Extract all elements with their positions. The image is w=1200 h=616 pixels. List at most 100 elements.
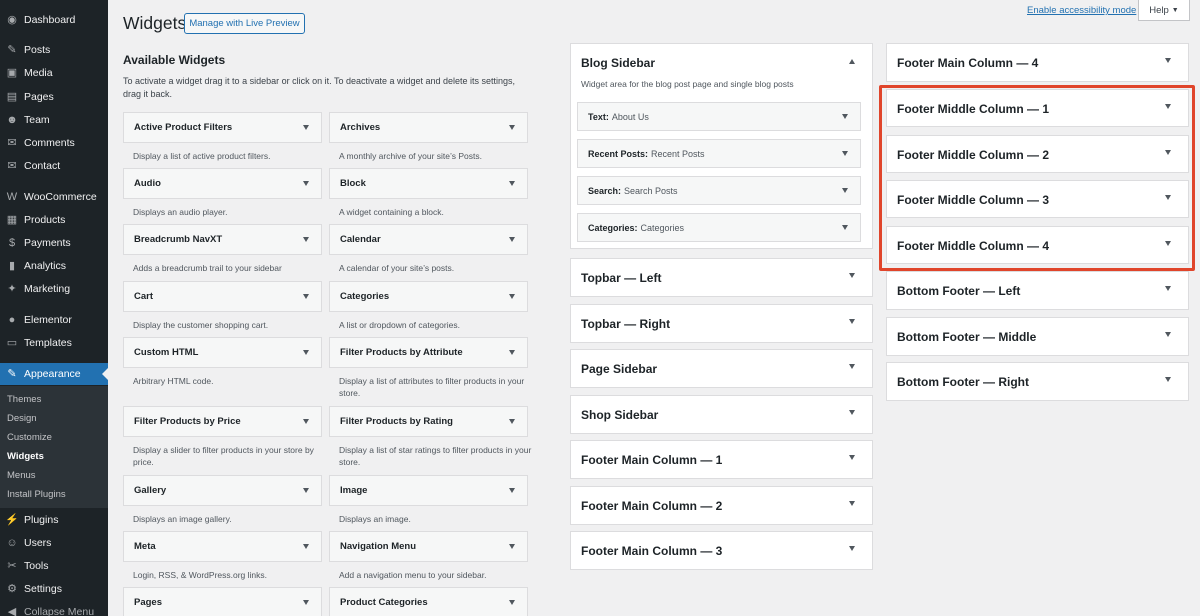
widget-tile[interactable]: Pages [123,587,322,616]
widget-area-footer-middle-4[interactable]: Footer Middle Column — 4 [886,226,1189,264]
sidebar-item-posts[interactable]: ✎ Posts [0,39,108,61]
sidebar-item-payments[interactable]: $ Payments [0,232,108,254]
submenu-item-design[interactable]: Design [7,413,37,424]
sidebar-item-label: Comments [24,137,75,149]
sidebar-item-media[interactable]: ▣ Media [0,62,108,84]
chevron-down-icon [303,125,309,130]
widget-tile[interactable]: Filter Products by Attribute [329,337,528,368]
chevron-down-icon [303,181,309,186]
widget-area-footer-middle-1[interactable]: Footer Middle Column — 1 [886,89,1189,127]
widget-area-footer-main-4[interactable]: Footer Main Column — 4 [886,43,1189,82]
submenu-item-install-plugins[interactable]: Install Plugins [7,489,66,500]
sidebar-item-contact[interactable]: ✉ Contact [0,155,108,177]
chevron-up-icon[interactable] [849,59,855,64]
page-title: Widgets [123,13,187,33]
sidebar-widget[interactable]: Recent Posts: Recent Posts [577,139,861,168]
chevron-down-icon [1165,241,1171,246]
widget-area-bottom-footer-left[interactable]: Bottom Footer — Left [886,271,1189,310]
chevron-down-icon [1165,58,1171,63]
widget-area-title: Blog Sidebar [581,56,656,70]
widget-tile[interactable]: Image [329,475,528,506]
submenu-item-themes[interactable]: Themes [7,394,41,405]
sidebar-item-comments[interactable]: ✉ Comments [0,132,108,154]
widget-description: Add a navigation menu to your sidebar. [339,570,487,580]
widget-area-topbar-right[interactable]: Topbar — Right [570,304,873,343]
help-button[interactable]: Help ▼ [1138,0,1190,21]
submenu-item-widgets[interactable]: Widgets [7,451,44,462]
live-preview-button[interactable]: Manage with Live Preview [184,13,305,34]
widget-area-footer-middle-2[interactable]: Footer Middle Column — 2 [886,135,1189,173]
widget-area-footer-main-3[interactable]: Footer Main Column — 3 [570,531,873,570]
sidebar-item-products[interactable]: ▦ Products [0,209,108,231]
pages-icon: ▤ [6,90,18,103]
chevron-down-icon [303,237,309,242]
collapse-menu-button[interactable]: ◀ Collapse Menu [0,601,108,616]
sidebar-item-users[interactable]: ☺ Users [0,532,108,554]
chevron-down-icon [842,114,848,119]
chevron-down-icon [849,455,855,460]
submenu-item-menus[interactable]: Menus [7,470,36,481]
chevron-down-icon [509,125,515,130]
widget-tile[interactable]: Active Product Filters [123,112,322,143]
submenu-item-customize[interactable]: Customize [7,432,52,443]
templates-icon: ▭ [6,336,18,349]
settings-icon: ⚙ [7,582,17,595]
sidebar-item-plugins[interactable]: ⚡ Plugins [0,509,108,531]
widget-name: Gallery [134,485,167,496]
widget-area-topbar-left[interactable]: Topbar — Left [570,258,873,297]
sidebar-item-dashboard[interactable]: ◉ Dashboard [0,9,108,31]
widget-area-title: Topbar — Right [581,317,671,331]
widget-name: Navigation Menu [340,541,417,552]
sidebar-item-label: WooCommerce [24,191,97,203]
widget-area-shop-sidebar[interactable]: Shop Sidebar [570,395,873,434]
team-icon: ☻ [6,113,18,126]
sidebar-item-settings[interactable]: ⚙ Settings [0,578,108,600]
widget-name: Product Categories [340,596,428,608]
sidebar-item-tools[interactable]: ✂ Tools [0,555,108,577]
elementor-icon: ● [8,313,16,326]
widget-tile[interactable]: Block [329,168,528,199]
widget-description: Display the customer shopping cart. [133,320,269,330]
widget-tile[interactable]: Filter Products by Price [123,406,322,437]
sidebar-widget[interactable]: Search: Search Posts [577,176,861,205]
dashboard-icon: ◉ [7,13,17,26]
sidebar-item-elementor[interactable]: ● Elementor [0,309,108,331]
widget-name: Filter Products by Price [134,416,241,427]
widget-tile[interactable]: Product Categories [329,587,528,616]
chevron-down-icon [509,544,515,549]
widget-tile[interactable]: Calendar [329,224,528,255]
widget-tile[interactable]: Categories [329,281,528,312]
widget-area-bottom-footer-middle[interactable]: Bottom Footer — Middle [886,317,1189,356]
widget-tile[interactable]: Audio [123,168,322,199]
accessibility-mode-link[interactable]: Enable accessibility mode [1027,5,1136,16]
sidebar-widget[interactable]: Categories: Categories [577,213,861,242]
widget-tile[interactable]: Gallery [123,475,322,506]
widget-tile[interactable]: Breadcrumb NavXT [123,224,322,255]
widget-type: Recent Posts: [588,148,649,159]
widget-area-footer-middle-3[interactable]: Footer Middle Column — 3 [886,180,1189,218]
widget-area-footer-main-1[interactable]: Footer Main Column — 1 [570,440,873,479]
widget-area-title: Footer Main Column — 4 [897,56,1039,70]
sidebar-item-appearance[interactable]: ✎ Appearance [0,363,108,385]
sidebar-item-woocommerce[interactable]: W WooCommerce [0,186,108,208]
widget-tile[interactable]: Custom HTML [123,337,322,368]
widget-area-blog-sidebar[interactable]: Blog Sidebar Widget area for the blog po… [570,43,873,249]
sidebar-item-pages[interactable]: ▤ Pages [0,86,108,108]
sidebar-item-label: Appearance [24,368,81,380]
chevron-down-icon [849,546,855,551]
widget-tile[interactable]: Cart [123,281,322,312]
widget-area-footer-main-2[interactable]: Footer Main Column — 2 [570,486,873,525]
sidebar-item-templates[interactable]: ▭ Templates [0,332,108,354]
widget-tile[interactable]: Archives [329,112,528,143]
widget-area-page-sidebar[interactable]: Page Sidebar [570,349,873,388]
sidebar-item-analytics[interactable]: ▮ Analytics [0,255,108,277]
widget-tile[interactable]: Navigation Menu [329,531,528,562]
sidebar-item-team[interactable]: ☻ Team [0,109,108,131]
sidebar-item-marketing[interactable]: ✦ Marketing [0,278,108,300]
sidebar-widget[interactable]: Text: About Us [577,102,861,131]
widget-area-bottom-footer-right[interactable]: Bottom Footer — Right [886,362,1189,401]
widget-tile[interactable]: Filter Products by Rating [329,406,528,437]
widget-tile[interactable]: Meta [123,531,322,562]
widget-description: A calendar of your site’s posts. [339,263,455,273]
widget-area-title: Shop Sidebar [581,408,659,422]
